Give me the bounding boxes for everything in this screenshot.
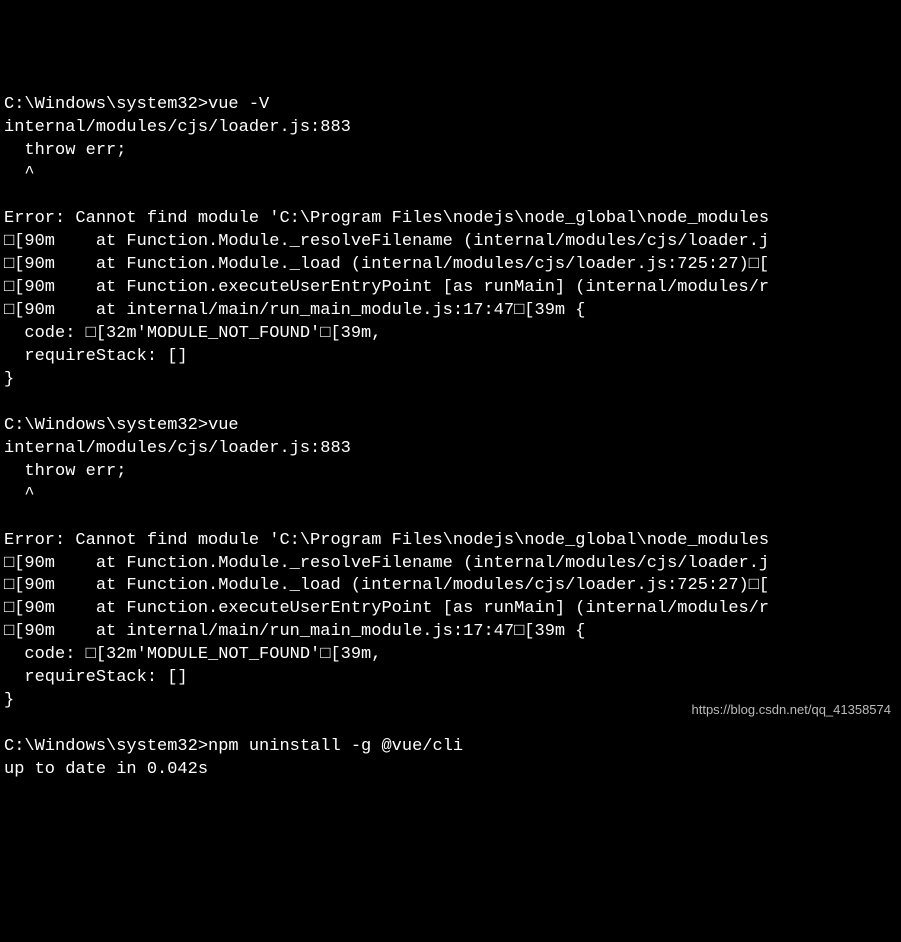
terminal-line: [4, 392, 897, 415]
terminal-line: □[90m at internal/main/run_main_module.j…: [4, 621, 897, 644]
terminal-line: [4, 507, 897, 530]
terminal-line: }: [4, 369, 897, 392]
terminal-line: throw err;: [4, 140, 897, 163]
terminal-line: □[90m at Function.Module._load (internal…: [4, 575, 897, 598]
terminal-line: internal/modules/cjs/loader.js:883: [4, 117, 897, 140]
terminal-line: C:\Windows\system32>vue -V: [4, 94, 897, 117]
terminal-line: □[90m at Function.executeUserEntryPoint …: [4, 598, 897, 621]
terminal-line: ^: [4, 163, 897, 186]
terminal-output[interactable]: C:\Windows\system32>vue -Vinternal/modul…: [4, 94, 897, 782]
terminal-line: requireStack: []: [4, 346, 897, 369]
terminal-line: code: □[32m'MODULE_NOT_FOUND'□[39m,: [4, 323, 897, 346]
terminal-line: □[90m at Function.Module._load (internal…: [4, 254, 897, 277]
watermark-text: https://blog.csdn.net/qq_41358574: [692, 701, 892, 719]
terminal-line: □[90m at Function.Module._resolveFilenam…: [4, 553, 897, 576]
terminal-line: requireStack: []: [4, 667, 897, 690]
terminal-line: throw err;: [4, 461, 897, 484]
terminal-line: [4, 186, 897, 209]
terminal-line: Error: Cannot find module 'C:\Program Fi…: [4, 208, 897, 231]
terminal-line: □[90m at internal/main/run_main_module.j…: [4, 300, 897, 323]
terminal-line: code: □[32m'MODULE_NOT_FOUND'□[39m,: [4, 644, 897, 667]
terminal-line: internal/modules/cjs/loader.js:883: [4, 438, 897, 461]
terminal-line: C:\Windows\system32>vue: [4, 415, 897, 438]
terminal-line: □[90m at Function.executeUserEntryPoint …: [4, 277, 897, 300]
terminal-line: □[90m at Function.Module._resolveFilenam…: [4, 231, 897, 254]
terminal-line: Error: Cannot find module 'C:\Program Fi…: [4, 530, 897, 553]
terminal-line: C:\Windows\system32>npm uninstall -g @vu…: [4, 736, 897, 759]
terminal-line: ^: [4, 484, 897, 507]
terminal-line: up to date in 0.042s: [4, 759, 897, 782]
